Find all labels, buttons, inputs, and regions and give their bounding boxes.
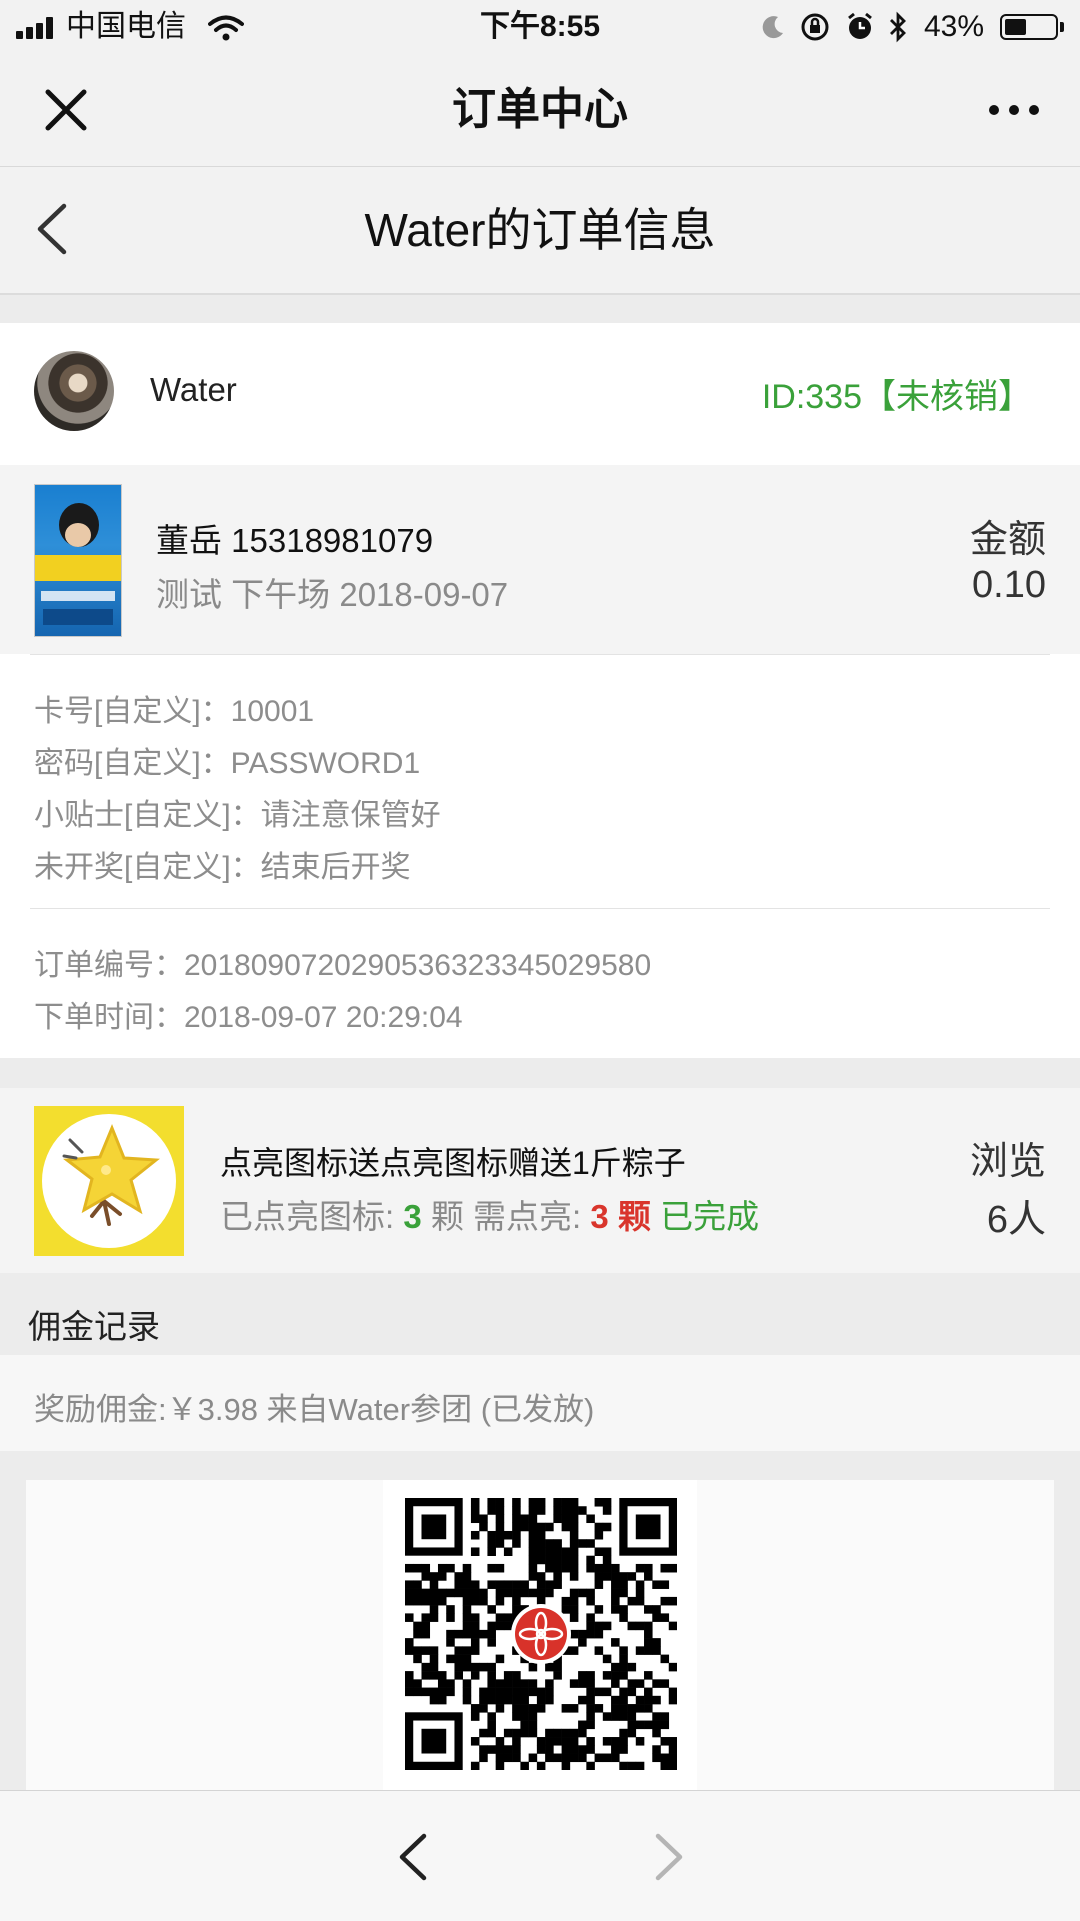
promo-title: 点亮图标送点亮图标赠送1斤粽子 [220,1145,686,1181]
need-count: 3 [590,1198,609,1235]
event-poster-image [34,484,122,637]
tip: 小贴士[自定义]：请注意保管好 [34,799,441,832]
clock: 下午8:55 [479,10,601,43]
divider [30,908,1050,909]
order-time: 下单时间：2018-09-07 20:29:04 [34,1001,463,1034]
browse-count: 6人 [986,1199,1046,1241]
page-title: 订单中心 [452,85,628,134]
promo-progress: 已点亮图标: 3 颗 需点亮: 3 颗 已完成 [220,1190,759,1238]
battery-cap [1060,22,1064,32]
nav-back-icon[interactable] [396,1832,430,1882]
password: 密码[自定义]：PASSWORD1 [34,747,421,780]
lit-label: 已点亮图标: [220,1198,404,1235]
bottom-toolbar [0,1790,1080,1921]
completed-status: 已完成 [650,1198,760,1235]
commission-record: 奖励佣金:￥3.98 来自Water参团 (已发放) [34,1392,595,1427]
alarm-icon [848,12,872,39]
orientation-lock-icon [801,13,829,41]
bluetooth-icon [890,11,906,43]
nav-forward-icon[interactable] [652,1832,686,1882]
order-id-status: ID:335【未核销】 [761,378,1032,416]
order-info-title: Water的订单信息 [364,204,716,256]
card-number: 卡号[自定义]：10001 [34,695,315,728]
star-icon [62,1124,160,1226]
moon-icon [762,16,783,39]
user-name: Water [150,371,237,408]
commission-header [0,1273,1080,1355]
session-info: 测试 下午场 2018-09-07 [156,576,509,613]
order-number: 订单编号：201809072029053632334502958​0 [34,949,652,982]
browse-label: 浏览 [969,1141,1046,1183]
qr-logo-icon [511,1604,571,1664]
battery-icon [1000,14,1058,40]
lit-unit: 颗 需点亮: [421,1198,591,1235]
amount-value: 0.10 [972,564,1046,606]
lottery-info: 未开奖[自定义]：结束后开奖 [34,851,411,884]
commission-title: 佣金记录 [28,1308,160,1345]
buyer-name-phone: 董岳 15318981079 [156,522,434,559]
star-promo-image [34,1106,184,1256]
lit-count: 3 [403,1198,422,1235]
more-icon[interactable] [986,98,1042,122]
battery-percent: 43% [924,10,985,43]
need-unit: 颗 [608,1198,651,1235]
amount-label: 金额 [969,519,1046,561]
avatar [34,351,114,431]
divider [30,654,1050,655]
qr-card [383,1480,697,1790]
